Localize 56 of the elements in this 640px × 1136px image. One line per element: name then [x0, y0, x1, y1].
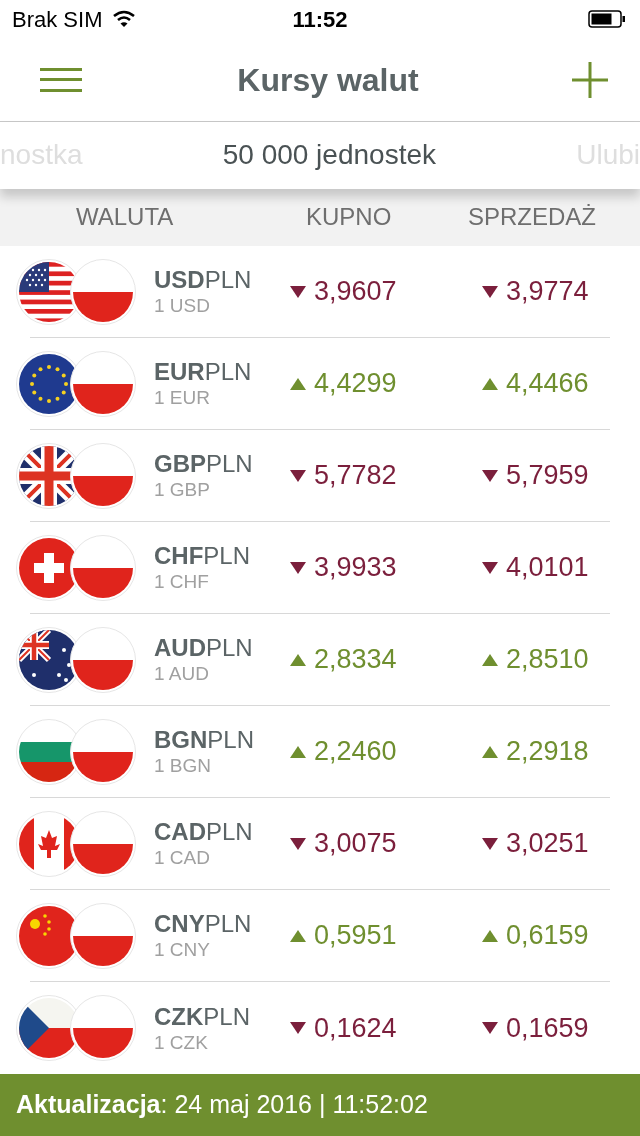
flag-icon: [70, 810, 136, 877]
update-timestamp: Aktualizacja: 24 maj 2016 | 11:52:02: [16, 1089, 428, 1121]
unit-label: 1 EUR: [154, 388, 211, 407]
currency-pair: EURPLN: [154, 360, 253, 384]
flag-icon: [70, 995, 136, 1061]
unit-label: 1 CZK: [154, 1032, 209, 1052]
sell-rate: 0,6159: [506, 919, 589, 953]
buy-rate: 2,8334: [314, 643, 397, 677]
flag-icon: [70, 718, 136, 785]
sell-rate: 4,4466: [506, 367, 589, 401]
buy-rate: 5,7782: [314, 459, 397, 493]
tab[interactable]: 50 000 jednostek: [222, 134, 436, 177]
add-icon[interactable]: [572, 61, 608, 98]
currency-pair: AUDPLN: [154, 636, 254, 660]
unit-label: 1 CNY: [154, 940, 211, 959]
wifi-icon: [112, 10, 137, 29]
flag-icon: [70, 350, 136, 417]
screen-title: Kursy walut: [237, 60, 419, 100]
currency-pair: CADPLN: [154, 820, 254, 844]
currency-pair: BGNPLN: [154, 728, 256, 752]
sell-rate: 0,1659: [506, 1011, 589, 1045]
buy-rate: 2,2460: [314, 735, 397, 769]
buy-rate: 0,1624: [314, 1011, 397, 1045]
sell-rate: 3,9774: [506, 275, 589, 309]
unit-label: 1 CAD: [154, 848, 211, 867]
flag-icon: [70, 902, 136, 969]
unit-label: 1 BGN: [154, 756, 213, 775]
buy-rate: 3,0075: [314, 827, 397, 861]
currency-pair: CHFPLN: [154, 544, 251, 568]
currency-pair: CNYPLN: [154, 912, 253, 936]
flag-icon: [70, 442, 136, 509]
buy-rate: 3,9607: [314, 275, 397, 309]
sell-rate: 3,0251: [506, 827, 589, 861]
sell-rate: 4,0101: [506, 551, 589, 585]
unit-label: 1 GBP: [154, 480, 211, 499]
clock-label: 11:52: [292, 5, 348, 34]
column-header: WALUTA: [75, 202, 175, 233]
carrier-label: Brak SIM: [12, 5, 103, 34]
buy-rate: 0,5951: [314, 919, 397, 953]
flag-icon: [70, 258, 136, 325]
flag-icon: [70, 626, 136, 693]
unit-label: 1 USD: [154, 296, 211, 315]
unit-label: 1 AUD: [154, 664, 210, 683]
currency-pair: GBPPLN: [154, 452, 254, 476]
sell-rate: 5,7959: [506, 459, 589, 493]
buy-rate: 4,4299: [314, 367, 397, 401]
sell-rate: 2,8510: [506, 643, 589, 677]
column-header: KUPNO: [305, 202, 393, 233]
flag-icon: [70, 534, 136, 601]
column-header: SPRZEDAŻ: [467, 202, 597, 233]
currency-pair: USDPLN: [154, 268, 253, 292]
buy-rate: 3,9933: [314, 551, 397, 585]
battery-icon: [588, 10, 626, 29]
currency-pair: CZKPLN: [154, 1004, 251, 1029]
unit-label: 1 CHF: [154, 572, 210, 591]
sell-rate: 2,2918: [506, 735, 589, 769]
